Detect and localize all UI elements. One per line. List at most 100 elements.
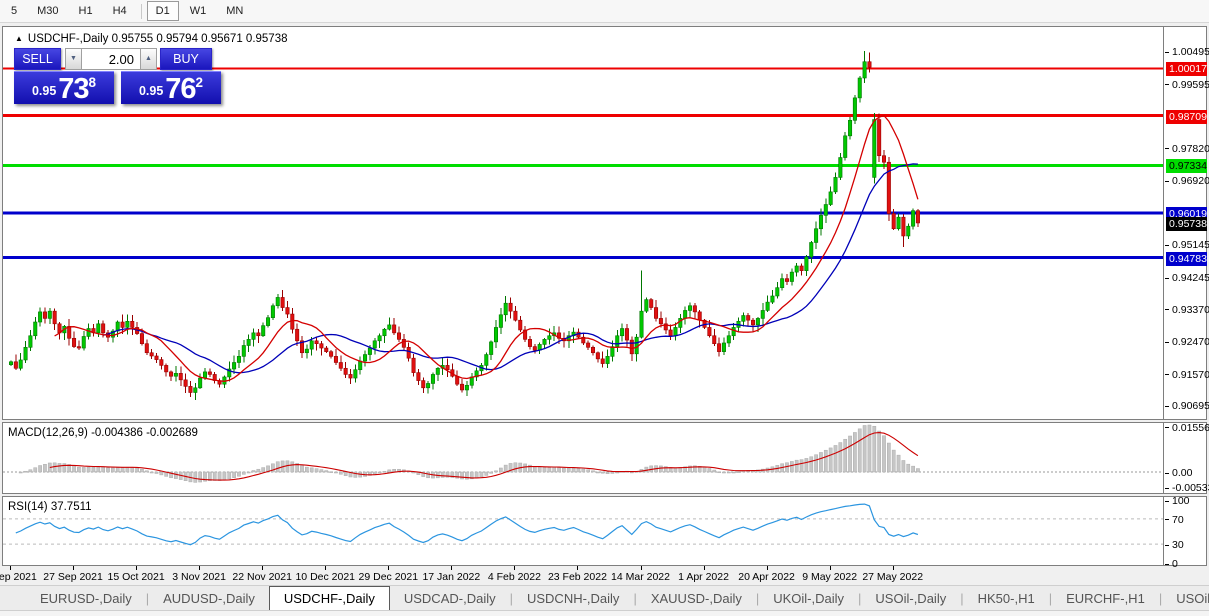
date-tick-mark [641, 566, 642, 570]
macd-tick-label: -0.005335 [1172, 482, 1209, 494]
price-axis[interactable]: 1.00495 0.99595 0.97820 0.96920 0.95145 0.942… [1165, 27, 1206, 419]
price-tick-mark [1165, 406, 1169, 407]
tab-xauusd-daily[interactable]: XAUUSD-,Daily [637, 586, 756, 610]
date-tick-mark [830, 566, 831, 570]
tab-ukoil-daily[interactable]: UKOil-,Daily [759, 586, 858, 610]
chart-symbol-label: USDCHF-,Daily [28, 33, 109, 45]
buy-button[interactable]: BUY [160, 48, 212, 70]
macd-tick-mark [1165, 488, 1169, 489]
price-tick-label: 0.95145 [1172, 239, 1209, 251]
timeframe-button-h4[interactable]: H4 [104, 1, 136, 21]
timeframe-button-mn[interactable]: MN [217, 1, 252, 21]
price-tick-mark [1165, 342, 1169, 343]
rsi-tick-label: 30 [1172, 539, 1184, 551]
status-strip [0, 610, 1209, 616]
one-click-trade-panel: SELL ▼ ▲ BUY 0.95738 0.95762 [14, 48, 228, 104]
price-tick-label: 0.96920 [1172, 175, 1209, 187]
macd-axis: 0.015562 0.00 -0.005335 [1165, 423, 1206, 493]
date-axis[interactable]: 8 Sep 202127 Sep 202115 Oct 20213 Nov 20… [2, 566, 1207, 585]
price-tick-label: 1.00495 [1172, 46, 1209, 58]
price-tick-mark [1165, 181, 1169, 182]
timeframe-button-h1[interactable]: H1 [70, 1, 102, 21]
date-tick-mark [577, 566, 578, 570]
rsi-tick-mark [1165, 501, 1169, 502]
volume-decrease-button[interactable]: ▼ [65, 48, 82, 70]
rsi-axis: 10070300 [1165, 497, 1206, 565]
tab-usdchf-daily[interactable]: USDCHF-,Daily [269, 586, 390, 610]
rsi-tick-mark [1165, 519, 1169, 520]
price-tick-mark [1165, 374, 1169, 375]
rsi-tick-label: 70 [1172, 514, 1184, 526]
price-tick-label: 0.97820 [1172, 143, 1209, 155]
tab-audusd-daily[interactable]: AUDUSD-,Daily [149, 586, 269, 610]
tab-usoil-daily[interactable]: USOil-,Daily [861, 586, 960, 610]
sell-price-display[interactable]: 0.95738 [14, 71, 114, 104]
tab-usdcad-daily[interactable]: USDCAD-,Daily [390, 586, 510, 610]
rsi-indicator-panel: RSI(14) 37.7511 10070300 [2, 496, 1207, 566]
rsi-chart-canvas[interactable] [3, 497, 1164, 565]
date-tick-mark [199, 566, 200, 570]
rsi-plot-area[interactable] [3, 497, 1164, 565]
price-tick-mark [1165, 309, 1169, 310]
buy-price-point: 2 [196, 75, 204, 90]
timeframe-button-m30[interactable]: M30 [28, 1, 67, 21]
rsi-label: RSI(14) 37.7511 [8, 501, 92, 513]
volume-increase-button[interactable]: ▲ [140, 48, 157, 70]
price-tick-mark [1165, 278, 1169, 279]
price-tick-mark [1165, 245, 1169, 246]
price-level-badge: 0.95738 [1166, 217, 1207, 231]
price-level-badge: 0.98709 [1166, 110, 1207, 124]
macd-label: MACD(12,26,9) -0.004386 -0.002689 [8, 427, 198, 439]
date-tick-mark [893, 566, 894, 570]
rsi-tick-label: 100 [1172, 495, 1190, 507]
timeframe-button-d1[interactable]: D1 [147, 1, 179, 21]
price-tick-mark [1165, 148, 1169, 149]
macd-indicator-panel: MACD(12,26,9) -0.004386 -0.002689 0.0155… [2, 422, 1207, 494]
ma-fast-line [55, 116, 918, 382]
date-label: 27 May 2022 [848, 571, 938, 583]
price-tick-label: 0.90695 [1172, 400, 1209, 412]
price-tick-label: 0.92470 [1172, 336, 1209, 348]
buy-price-display[interactable]: 0.95762 [121, 71, 221, 104]
date-tick-mark [388, 566, 389, 570]
price-tick-label: 0.93370 [1172, 304, 1209, 316]
macd-tick-label: 0.015562 [1172, 422, 1209, 434]
buy-price-major: 0.95 [139, 84, 163, 98]
volume-input[interactable] [82, 48, 140, 70]
main-chart-panel: ▲ USDCHF-,Daily 0.95755 0.95794 0.95671 0… [2, 26, 1207, 420]
macd-tick-label: 0.00 [1172, 467, 1192, 479]
price-level-badge: 0.97334 [1166, 159, 1207, 173]
price-tick-label: 0.94245 [1172, 272, 1209, 284]
toolbar-separator [141, 4, 142, 19]
price-tick-mark [1165, 84, 1169, 85]
price-tick-mark [1165, 52, 1169, 53]
date-tick-mark [451, 566, 452, 570]
timeframe-button-5[interactable]: 5 [2, 1, 26, 21]
macd-tick-mark [1165, 473, 1169, 474]
price-tick-label: 0.99595 [1172, 79, 1209, 91]
sell-price-pips: 73 [58, 76, 88, 102]
chart-ohlc-values: 0.95755 0.95794 0.95671 0.95738 [112, 33, 288, 45]
tab-hk50-h1[interactable]: HK50-,H1 [964, 586, 1049, 610]
sell-button[interactable]: SELL [14, 48, 61, 70]
date-tick-mark [514, 566, 515, 570]
date-tick-mark [704, 566, 705, 570]
date-tick-mark [325, 566, 326, 570]
collapse-triangle-icon[interactable]: ▲ [15, 34, 23, 43]
sell-price-point: 8 [89, 75, 97, 90]
tab-usoil-h4[interactable]: USOil-,H4 [1162, 586, 1209, 610]
rsi-tick-mark [1165, 564, 1169, 565]
tab-eurusd-daily[interactable]: EURUSD-,Daily [26, 586, 146, 610]
tab-eurchf-h1[interactable]: EURCHF-,H1 [1052, 586, 1159, 610]
rsi-tick-mark [1165, 545, 1169, 546]
date-tick-mark [10, 566, 11, 570]
buy-price-pips: 76 [165, 76, 195, 102]
price-level-badge: 0.94783 [1166, 252, 1207, 266]
chart-symbol-header: ▲ USDCHF-,Daily 0.95755 0.95794 0.95671 0… [15, 33, 288, 45]
timeframe-button-w1[interactable]: W1 [181, 1, 216, 21]
date-tick-mark [73, 566, 74, 570]
date-tick-mark [262, 566, 263, 570]
tab-usdcnh-daily[interactable]: USDCNH-,Daily [513, 586, 633, 610]
macd-tick-mark [1165, 427, 1169, 428]
symbol-tab-bar: EURUSD-,Daily|AUDUSD-,DailyUSDCHF-,Daily… [0, 585, 1209, 610]
